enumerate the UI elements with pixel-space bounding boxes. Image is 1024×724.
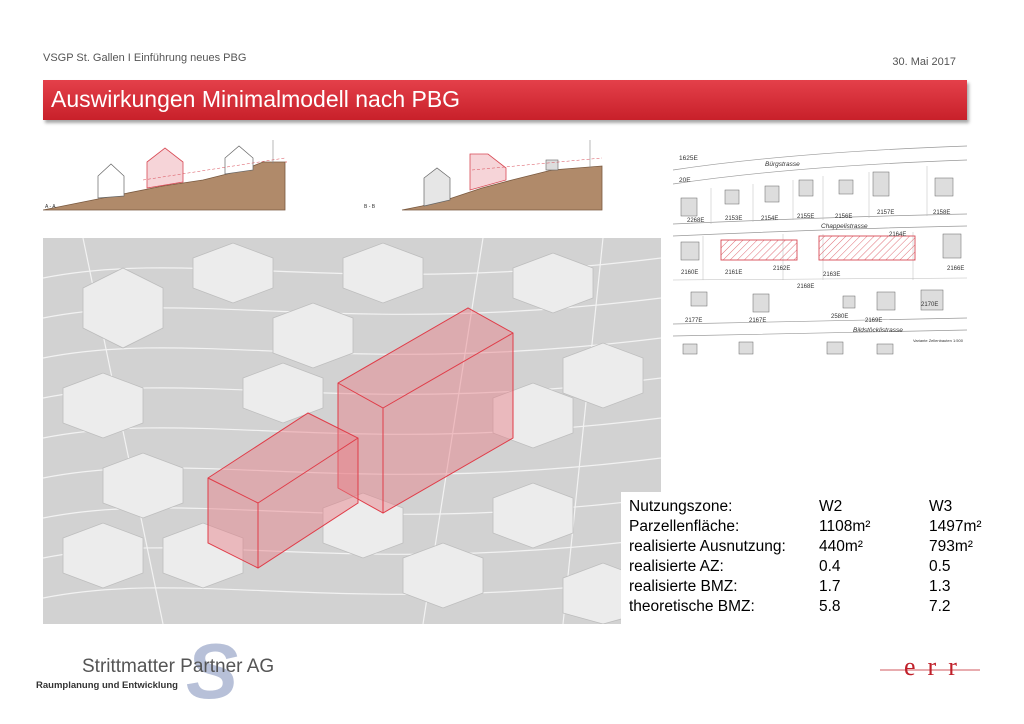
parcel-label: 1625E	[679, 155, 698, 162]
stats-label: Nutzungszone:	[629, 498, 733, 515]
slide-title: Auswirkungen Minimalmodell nach PBG	[51, 86, 461, 112]
parcel-label: 2580E	[831, 314, 848, 320]
stats-value-w3: 7.2	[929, 598, 951, 615]
stats-table: Nutzungszone: W2 W3 Parzellenfläche: 110…	[621, 492, 982, 624]
section-aa: A - A	[42, 140, 287, 212]
parcel-label: 2170E	[921, 302, 938, 308]
parcel-label: 2166E	[947, 266, 964, 272]
model-rendering	[43, 238, 661, 624]
header-title: VSGP St. Gallen I Einführung neues PBG	[43, 52, 247, 64]
stats-value-w2: 5.8	[819, 598, 841, 615]
stats-label: realisierte AZ:	[629, 558, 724, 575]
parcel-label: 2169E	[865, 318, 882, 324]
parcel-label: 2268E	[687, 218, 704, 224]
section-aa-label: A - A	[45, 204, 56, 210]
section-aa-drawing: A - A	[42, 140, 287, 211]
logo-subtitle: Raumplanung und Entwicklung	[36, 680, 178, 691]
stats-value-w3: 1.3	[929, 578, 951, 595]
parcel-label: 2155E	[797, 214, 814, 220]
parcel-label: 2161E	[725, 270, 742, 276]
stats-value-w3: W3	[929, 498, 953, 515]
stats-value-w2: 0.4	[819, 558, 841, 575]
title-bar: Auswirkungen Minimalmodell nach PBG	[43, 80, 967, 120]
parcel-label: 2160E	[681, 270, 698, 276]
street-label: Bürgstrasse	[765, 161, 800, 168]
header-date: 30. Mai 2017	[892, 56, 956, 68]
stats-value-w2: 440m²	[819, 538, 863, 555]
stats-value-w3: 1497m²	[929, 518, 982, 535]
err-logo-text: err	[904, 652, 969, 681]
err-logo: err	[880, 652, 980, 692]
stats-value-w2: 1108m²	[819, 518, 871, 535]
parcel-label: 2177E	[685, 318, 702, 324]
parcel-label: 2167E	[749, 318, 766, 324]
stats-value-w2: 1.7	[819, 578, 841, 595]
street-label: Bildstöcklistrasse	[853, 327, 903, 334]
section-bb: B - B	[362, 140, 606, 212]
logo-name: Strittmatter Partner AG	[82, 656, 275, 677]
strittmatter-logo: S Strittmatter Partner AG Raumplanung un…	[36, 634, 296, 704]
stats-label: Parzellenfläche:	[629, 518, 740, 535]
parcel-label: 2158E	[933, 210, 950, 216]
stats-value-w3: 793m²	[929, 538, 973, 555]
parcel-label: 2154E	[761, 216, 778, 222]
stats-label: realisierte BMZ:	[629, 578, 738, 595]
parcel-label: 2163E	[823, 272, 840, 278]
parcel-label: 2162E	[773, 266, 790, 272]
stats-value-w3: 0.5	[929, 558, 951, 575]
parcel-label: 2153E	[725, 216, 742, 222]
plan-legend: Variante Zellenbauten 1:500	[913, 338, 964, 343]
parcel-label: 2164E	[889, 232, 906, 238]
street-label: Chappelistrasse	[821, 223, 868, 230]
site-plan: 1625E 20E Bürgstrasse 2268E 2153E 2154E …	[672, 140, 968, 358]
stats-label: theoretische BMZ:	[629, 598, 755, 615]
site-plan-drawing: 1625E 20E Bürgstrasse 2268E 2153E 2154E …	[672, 140, 968, 358]
stats-value-w2: W2	[819, 498, 843, 515]
section-bb-drawing: B - B	[364, 140, 603, 211]
parcel-label: 2156E	[835, 214, 852, 220]
parcel-label: 2157E	[877, 210, 894, 216]
section-bb-label: B - B	[364, 204, 376, 210]
model-drawing	[43, 238, 661, 624]
parcel-label: 2168E	[797, 284, 814, 290]
parcel-label: 20E	[679, 177, 691, 184]
stats-label: realisierte Ausnutzung:	[629, 538, 786, 555]
